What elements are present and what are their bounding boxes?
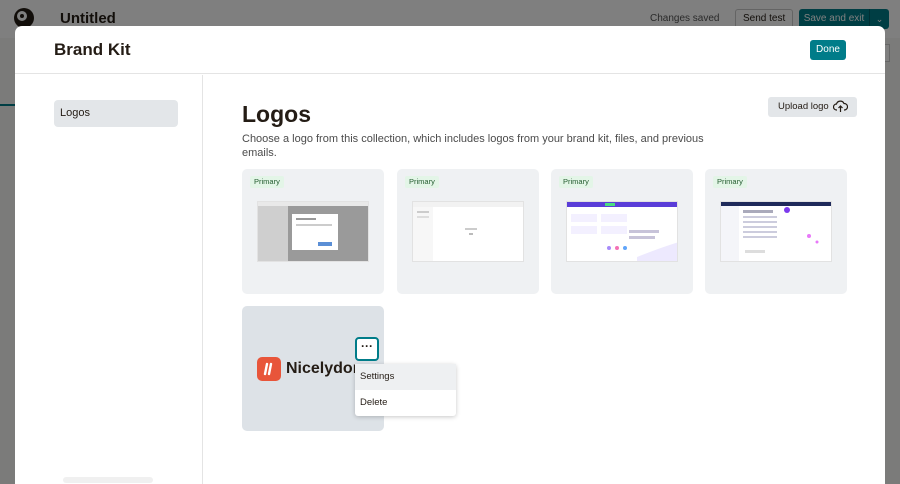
logo-options-menu: Settings Delete <box>355 364 456 416</box>
menu-item-settings[interactable]: Settings <box>355 364 456 390</box>
logo-thumbnail <box>720 201 832 262</box>
modal-title: Brand Kit <box>54 40 131 59</box>
nicelydone-logo-icon <box>257 357 281 381</box>
brand-kit-sidebar: Logos <box>15 75 203 484</box>
logo-thumbnail <box>257 201 369 262</box>
upload-logo-button[interactable]: Upload logo <box>768 97 857 117</box>
logo-thumbnail <box>566 201 678 262</box>
more-options-button[interactable]: ··· <box>355 337 379 361</box>
logos-panel: Logos Choose a logo from this collection… <box>204 75 885 484</box>
primary-badge: Primary <box>559 176 593 188</box>
logo-card[interactable]: Primary <box>242 169 384 294</box>
ellipsis-icon: ··· <box>361 339 373 353</box>
primary-badge: Primary <box>405 176 439 188</box>
logo-card[interactable]: Primary <box>705 169 847 294</box>
page-description: Choose a logo from this collection, whic… <box>242 133 704 159</box>
menu-item-delete[interactable]: Delete <box>355 390 456 416</box>
primary-badge: Primary <box>713 176 747 188</box>
brand-kit-modal: Brand Kit Done Logos Logos Choose a logo… <box>15 26 885 484</box>
modal-header: Brand Kit Done <box>15 26 885 74</box>
primary-badge: Primary <box>250 176 284 188</box>
logo-card[interactable]: Primary <box>551 169 693 294</box>
logo-thumbnail <box>412 201 524 262</box>
logo-card[interactable]: Primary <box>397 169 539 294</box>
cloud-upload-icon <box>833 100 848 112</box>
sidebar-item-logos[interactable]: Logos <box>54 100 178 127</box>
upload-logo-label: Upload logo <box>778 101 829 112</box>
done-button[interactable]: Done <box>810 40 846 60</box>
page-title: Logos <box>242 101 311 127</box>
sidebar-placeholder <box>63 477 153 483</box>
